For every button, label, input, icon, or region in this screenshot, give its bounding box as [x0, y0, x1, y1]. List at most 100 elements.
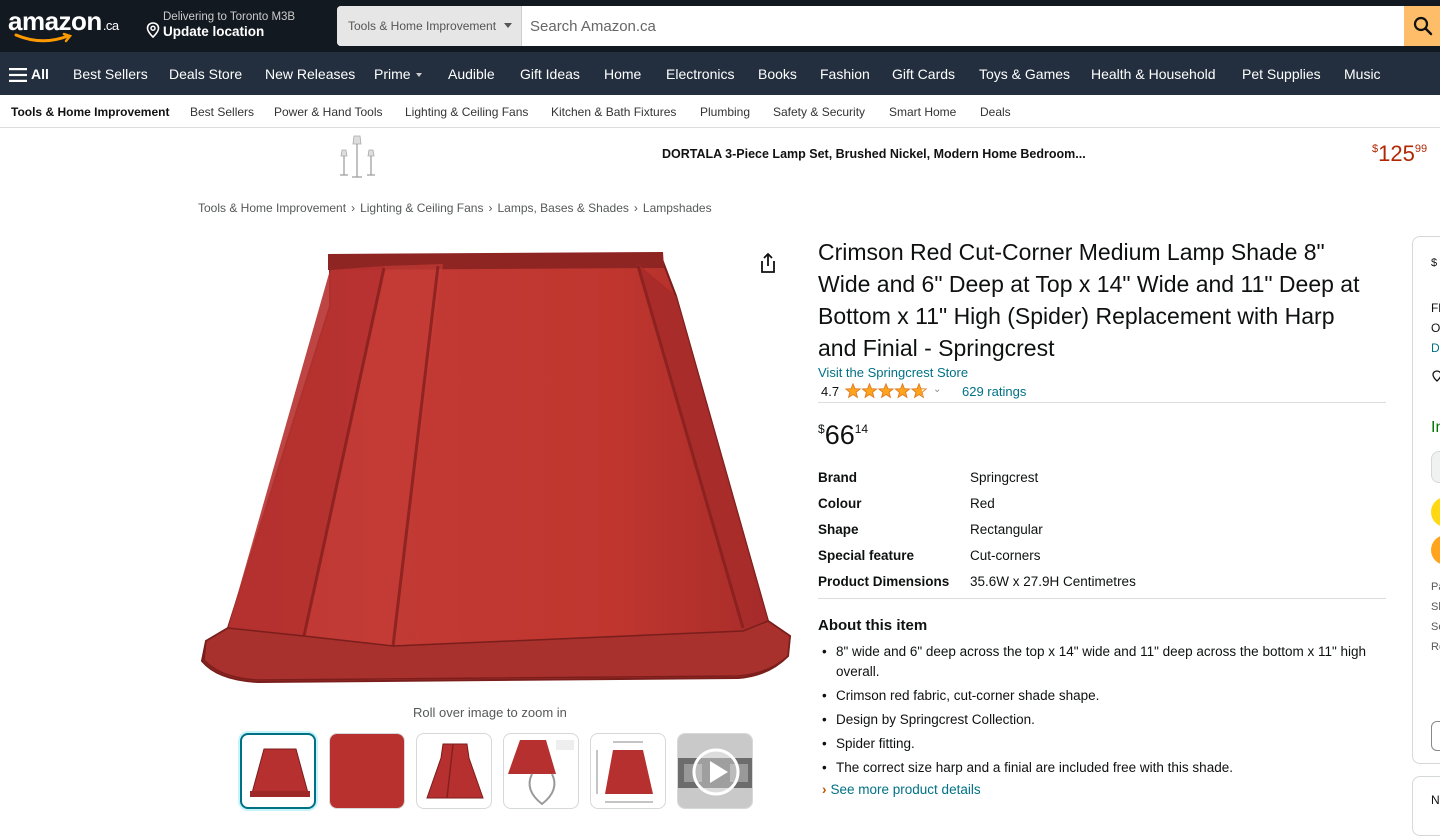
- breadcrumb-separator: ›: [351, 201, 356, 215]
- spec-value: Cut-corners: [970, 548, 1041, 563]
- subnav-plumbing[interactable]: Plumbing: [700, 105, 750, 119]
- thumbnail-image: [330, 734, 404, 808]
- buybox-text-fragment: Fl: [1431, 301, 1440, 315]
- add-to-list-button[interactable]: [1431, 721, 1440, 751]
- subnav-kitchen-bath[interactable]: Kitchen & Bath Fixtures: [551, 105, 676, 119]
- spec-label: Product Dimensions: [818, 574, 950, 589]
- buybox-link-fragment[interactable]: D: [1431, 341, 1440, 355]
- zoom-hint: Roll over image to zoom in: [413, 705, 567, 720]
- breadcrumb-item[interactable]: Tools & Home Improvement: [198, 201, 346, 215]
- nav-deals-store[interactable]: Deals Store: [169, 66, 242, 82]
- search-input[interactable]: [522, 6, 1404, 46]
- all-menu-button[interactable]: All: [9, 66, 49, 83]
- thumbnail-image: [508, 740, 574, 806]
- gallery-thumbnail[interactable]: [590, 733, 666, 809]
- nav-audible[interactable]: Audible: [448, 66, 495, 82]
- price-fraction: 14: [854, 422, 869, 436]
- buy-now-button[interactable]: [1431, 535, 1440, 565]
- see-more-label: See more product details: [830, 782, 981, 797]
- nav-gift-cards[interactable]: Gift Cards: [892, 66, 955, 82]
- nav-pet-supplies[interactable]: Pet Supplies: [1242, 66, 1321, 82]
- video-thumbnail-image: [678, 734, 752, 808]
- gallery-video-thumbnail[interactable]: [677, 733, 753, 809]
- gallery-thumbnail[interactable]: [503, 733, 579, 809]
- subnav-best-sellers[interactable]: Best Sellers: [190, 105, 254, 119]
- spec-label: Shape: [818, 522, 859, 537]
- buybox-text-fragment: O: [1431, 321, 1440, 335]
- nav-new-releases[interactable]: New Releases: [265, 66, 355, 82]
- divider: [818, 402, 1386, 403]
- subnav-tools-home[interactable]: Tools & Home Improvement: [11, 105, 169, 119]
- product-title: Crimson Red Cut-Corner Medium Lamp Shade…: [818, 239, 1360, 361]
- nav-health-household[interactable]: Health & Household: [1091, 66, 1216, 82]
- logo-smile-icon: [14, 32, 73, 43]
- ratings-count-link[interactable]: 629 ratings: [962, 384, 1026, 399]
- secondary-buy-box: N: [1412, 776, 1440, 836]
- all-menu-label: All: [31, 66, 49, 82]
- add-to-cart-button[interactable]: [1431, 497, 1440, 527]
- subnav-safety-security[interactable]: Safety & Security: [773, 105, 865, 119]
- buybox-detail-fragment: Pa: [1431, 581, 1440, 593]
- gallery-thumbnail[interactable]: [416, 733, 492, 809]
- divider: [818, 598, 1386, 599]
- breadcrumb-separator: ›: [633, 201, 638, 215]
- thumbnail-image: [596, 741, 653, 803]
- main-nav: All Best Sellers Deals Store New Release…: [0, 52, 1440, 95]
- quantity-select[interactable]: [1431, 451, 1440, 483]
- share-icon[interactable]: [758, 252, 778, 274]
- promo-title[interactable]: DORTALA 3-Piece Lamp Set, Brushed Nickel…: [662, 147, 1086, 161]
- spec-label: Colour: [818, 496, 862, 511]
- promo-price-whole: 125: [1378, 141, 1415, 166]
- nav-toys-games[interactable]: Toys & Games: [979, 66, 1070, 82]
- buybox-price-fragment: $: [1431, 257, 1438, 269]
- update-location-label: Update location: [163, 24, 265, 39]
- logo-suffix: .ca: [102, 18, 119, 33]
- search-icon: [1413, 16, 1433, 36]
- star-icon: [877, 383, 895, 399]
- star-rating-icon[interactable]: [845, 383, 927, 399]
- nav-prime-label: Prime: [374, 66, 411, 82]
- gallery-thumbnail[interactable]: [240, 733, 316, 809]
- location-pin-icon: [1432, 370, 1440, 382]
- buybox-detail-fragment: Sc: [1431, 621, 1440, 633]
- search-button[interactable]: [1404, 6, 1440, 46]
- main-product-image[interactable]: [198, 236, 798, 696]
- subnav-power-hand-tools[interactable]: Power & Hand Tools: [274, 105, 383, 119]
- about-bullet: The correct size harp and a finial are i…: [822, 758, 1381, 778]
- see-more-details-link[interactable]: › See more product details: [822, 782, 981, 797]
- star-icon: [861, 383, 878, 399]
- spec-label: Brand: [818, 470, 858, 485]
- breadcrumb-item[interactable]: Lamps, Bases & Shades: [497, 201, 628, 215]
- nav-gift-ideas[interactable]: Gift Ideas: [520, 66, 580, 82]
- nav-music[interactable]: Music: [1344, 66, 1381, 82]
- gallery-thumbnail[interactable]: [329, 733, 405, 809]
- spec-value: Springcrest: [970, 470, 1039, 485]
- price-symbol: $: [818, 422, 825, 436]
- nav-home[interactable]: Home: [604, 66, 641, 82]
- subnav-deals[interactable]: Deals: [980, 105, 1011, 119]
- buybox-detail-fragment: Re: [1431, 641, 1440, 653]
- breadcrumb-item[interactable]: Lighting & Ceiling Fans: [360, 201, 483, 215]
- nav-fashion[interactable]: Fashion: [820, 66, 870, 82]
- promo-product-image[interactable]: [337, 132, 379, 180]
- promo-price: $12599: [1372, 141, 1427, 167]
- spec-value: Red: [970, 496, 995, 511]
- chevron-down-icon[interactable]: ⌄: [933, 384, 941, 395]
- spec-value: 35.6W x 27.9H Centimetres: [970, 574, 1136, 589]
- thumbnail-image: [426, 743, 484, 799]
- buybox-text-fragment: N: [1431, 793, 1440, 807]
- nav-books[interactable]: Books: [758, 66, 797, 82]
- nav-prime[interactable]: Prime: [374, 66, 422, 82]
- buy-box: $ Fl O D In Pa Sh Sc Re: [1412, 236, 1440, 764]
- search-bar: Tools & Home Improvement: [337, 6, 1440, 46]
- category-subnav: Tools & Home Improvement Best Sellers Po…: [0, 95, 1440, 128]
- nav-best-sellers[interactable]: Best Sellers: [73, 66, 148, 82]
- breadcrumb-item[interactable]: Lampshades: [643, 201, 712, 215]
- subnav-lighting[interactable]: Lighting & Ceiling Fans: [405, 105, 528, 119]
- star-icon: [845, 383, 862, 399]
- search-category-select[interactable]: Tools & Home Improvement: [337, 6, 522, 46]
- subnav-smart-home[interactable]: Smart Home: [889, 105, 956, 119]
- product-price: $6614: [818, 420, 868, 451]
- store-link[interactable]: Visit the Springcrest Store: [818, 365, 968, 380]
- nav-electronics[interactable]: Electronics: [666, 66, 734, 82]
